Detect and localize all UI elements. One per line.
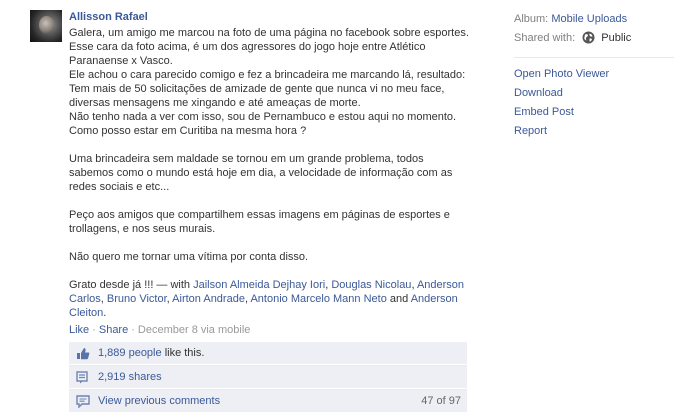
globe-icon <box>582 31 595 51</box>
tagged-friend-link[interactable]: Douglas Nicolau <box>331 279 411 291</box>
tagged-friend-link[interactable]: Bruno Victor <box>107 293 167 305</box>
post-paragraph: Galera, um amigo me marcou na foto de um… <box>69 27 469 67</box>
post-paragraph: Ele achou o cara parecido comigo e fez a… <box>69 69 466 109</box>
shares-icon <box>75 370 91 384</box>
open-photo-viewer-link[interactable]: Open Photo Viewer <box>514 65 674 84</box>
post-message: Galera, um amigo me marcou na foto de um… <box>69 26 469 320</box>
post-body: Allisson Rafael Galera, um amigo me marc… <box>69 10 469 337</box>
post-paragraph: Uma brincadeira sem maldade se tornou em… <box>69 153 453 193</box>
author-name-link[interactable]: Allisson Rafael <box>69 10 469 24</box>
view-previous-row: View previous comments 47 of 97 <box>69 390 467 412</box>
post-timestamp[interactable]: December 8 via mobile <box>138 324 251 336</box>
album-row: Album: Mobile Uploads <box>514 10 674 29</box>
like-link[interactable]: Like <box>69 324 89 336</box>
and-word: and <box>389 293 409 305</box>
embed-post-link[interactable]: Embed Post <box>514 103 674 122</box>
likes-suffix: like this. <box>164 347 205 359</box>
comment-count: 47 of 97 <box>421 395 461 407</box>
likes-count-link[interactable]: 1,889 people <box>98 347 162 359</box>
tagged-friend-link[interactable]: Jailson Almeida Dejhay Iori <box>193 279 325 291</box>
sidebar-divider <box>514 57 674 58</box>
shares-count-link[interactable]: 2,919 shares <box>98 371 162 383</box>
album-link[interactable]: Mobile Uploads <box>551 13 627 25</box>
post-actions: Like · Share · December 8 via mobile <box>69 323 469 337</box>
post-paragraph: Não quero me tornar uma vítima por conta… <box>69 251 309 263</box>
closing-text: Grato desde já !!! — with <box>69 279 191 291</box>
tagged-friend-link[interactable]: Airton Andrade <box>172 293 245 305</box>
share-link[interactable]: Share <box>99 324 128 336</box>
album-label: Album: <box>514 13 549 25</box>
tagged-friend-link[interactable]: Antonio Marcelo Mann Neto <box>250 293 386 305</box>
privacy-value[interactable]: Public <box>601 32 631 44</box>
separator-dot: · <box>92 324 96 336</box>
author-avatar[interactable] <box>30 10 62 42</box>
view-previous-comments-link[interactable]: View previous comments <box>98 395 220 407</box>
tagged-friends-line: Grato desde já !!! — with Jailson Almeid… <box>69 279 465 319</box>
thumbs-up-icon <box>75 346 91 360</box>
privacy-row: Shared with: Public <box>514 29 674 51</box>
shared-with-label: Shared with: <box>514 32 576 44</box>
photo-sidebar: Album: Mobile Uploads Shared with: Publi… <box>514 10 674 141</box>
comments-icon <box>75 394 91 408</box>
post-paragraph: Não tenho nada a ver com isso, sou de Pe… <box>69 111 457 137</box>
likes-row: 1,889 people like this. <box>69 342 467 364</box>
shares-row: 2,919 shares <box>69 366 467 388</box>
feedback-box: 1,889 people like this. 2,919 shares Vie… <box>69 342 467 412</box>
separator-dot: · <box>131 324 135 336</box>
download-link[interactable]: Download <box>514 84 674 103</box>
report-link[interactable]: Report <box>514 122 674 141</box>
post-paragraph: Peço aos amigos que compartilhem essas i… <box>69 209 450 235</box>
avatar-face <box>39 16 54 34</box>
